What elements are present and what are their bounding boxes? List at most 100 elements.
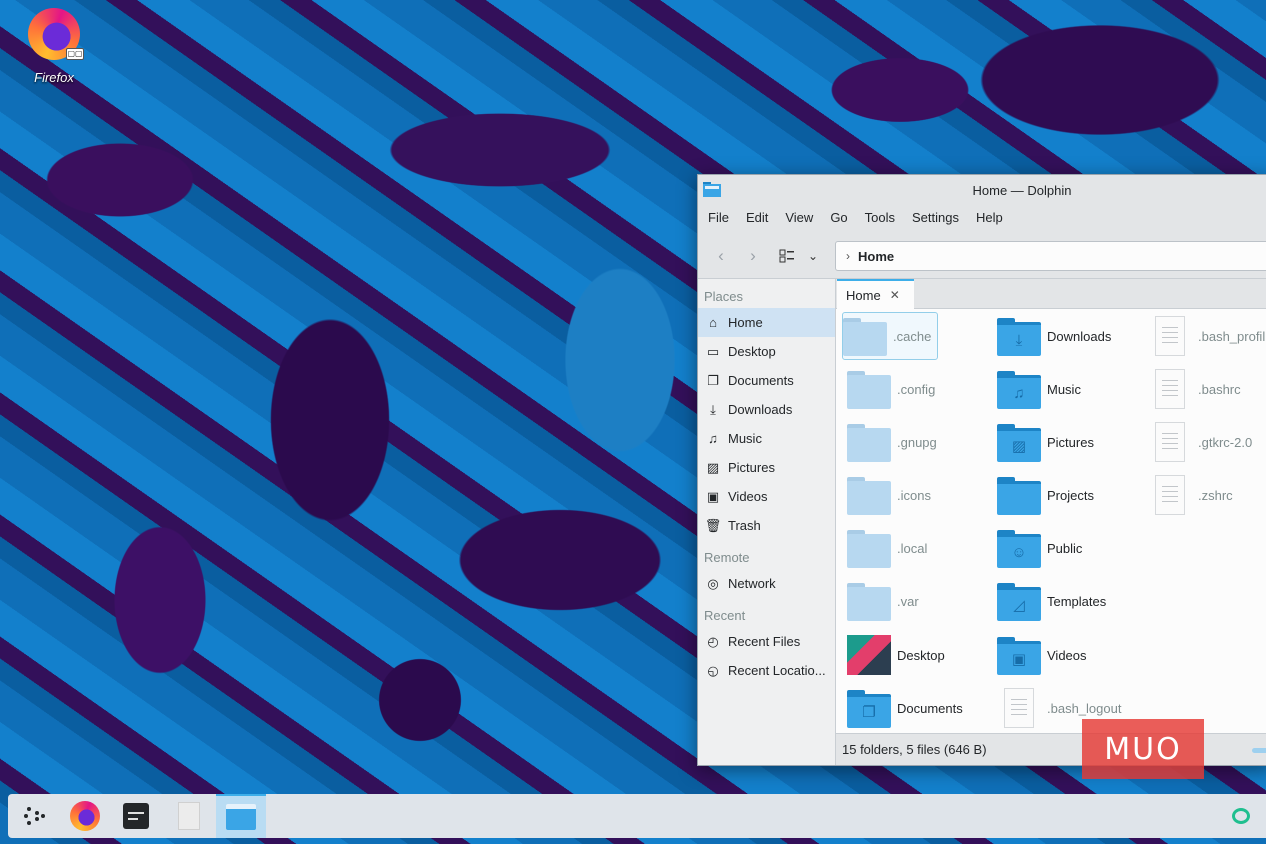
file-item[interactable]: ♫ Music bbox=[997, 365, 1081, 413]
view-mode-icon bbox=[779, 249, 794, 263]
sidebar-item-label: Home bbox=[728, 315, 763, 330]
desktop-firefox-launcher[interactable]: ▢▢ Firefox bbox=[22, 8, 86, 94]
sidebar-item-videos[interactable]: ▣ Videos bbox=[698, 482, 835, 511]
file-item[interactable]: ▣ Videos bbox=[997, 631, 1087, 679]
sidebar-item-pictures[interactable]: ▨ Pictures bbox=[698, 453, 835, 482]
file-item[interactable]: .gnupg bbox=[847, 418, 937, 466]
file-item[interactable]: .zshrc bbox=[1148, 471, 1233, 519]
file-grid: .cache .config .gnupg .icons .local .var… bbox=[836, 309, 1266, 733]
file-item[interactable]: .var bbox=[847, 577, 919, 625]
file-item[interactable]: ◿ Templates bbox=[997, 577, 1106, 625]
sidebar-item-documents[interactable]: ❐ Documents bbox=[698, 366, 835, 395]
menu-view[interactable]: View bbox=[778, 205, 820, 233]
folder-icon bbox=[847, 581, 891, 621]
file-item[interactable]: .config bbox=[847, 365, 935, 413]
application-launcher[interactable] bbox=[10, 794, 60, 838]
public-folder-icon: ☺ bbox=[997, 528, 1041, 568]
title-bar[interactable]: Home — Dolphin bbox=[698, 175, 1266, 205]
remote-header: Remote bbox=[704, 550, 750, 565]
pictures-icon: ▨ bbox=[706, 459, 720, 475]
recent-header: Recent bbox=[704, 608, 746, 623]
taskbar-text-editor[interactable] bbox=[164, 794, 214, 838]
file-name: .config bbox=[897, 381, 936, 397]
places-header: Places bbox=[704, 289, 744, 304]
recent-locations-icon: ◵ bbox=[707, 662, 719, 678]
file-name: .cache bbox=[893, 328, 932, 344]
places-panel: Places ⌂ Home ▭ Desktop ❐ Documents ⤓ Do… bbox=[698, 279, 835, 765]
file-item[interactable]: .bashrc bbox=[1148, 365, 1241, 413]
videos-icon: ▣ bbox=[706, 488, 720, 504]
close-icon[interactable]: ✕ bbox=[890, 288, 900, 302]
window-body: Places ⌂ Home ▭ Desktop ❐ Documents ⤓ Do… bbox=[698, 279, 1266, 765]
toolbar: ‹ › ⌄ › Home bbox=[698, 233, 1266, 279]
menu-file[interactable]: File bbox=[701, 205, 736, 233]
file-item[interactable]: ☺ Public bbox=[997, 524, 1082, 572]
sidebar-item-network[interactable]: ◎ Network bbox=[698, 569, 835, 598]
menu-go[interactable]: Go bbox=[823, 205, 854, 233]
sidebar-item-downloads[interactable]: ⤓ Downloads bbox=[698, 395, 835, 424]
menu-help[interactable]: Help bbox=[969, 205, 1010, 233]
sidebar-item-music[interactable]: ♫ Music bbox=[698, 424, 835, 453]
file-name: .gtkrc-2.0 bbox=[1198, 434, 1253, 450]
file-name: .local bbox=[897, 540, 928, 556]
sidebar-item-recent-files[interactable]: ◴ Recent Files bbox=[698, 627, 835, 656]
desktop-icon: ▭ bbox=[706, 343, 720, 359]
file-item[interactable]: .icons bbox=[847, 471, 931, 519]
desktop-folder-icon bbox=[847, 635, 891, 675]
breadcrumb-home[interactable]: Home bbox=[858, 249, 894, 264]
link-badge-icon: ▢▢ bbox=[66, 48, 84, 60]
firefox-icon bbox=[70, 801, 100, 831]
file-item[interactable]: ⤓ Downloads bbox=[997, 312, 1111, 360]
location-bar[interactable]: › Home bbox=[835, 241, 1266, 271]
sidebar-item-label: Desktop bbox=[728, 344, 776, 359]
tray-status-icon[interactable] bbox=[1232, 808, 1250, 824]
file-name: Videos bbox=[1047, 647, 1087, 663]
view-mode-button[interactable] bbox=[774, 243, 800, 269]
file-name: .gnupg bbox=[897, 434, 937, 450]
view-mode-dropdown[interactable]: ⌄ bbox=[800, 243, 826, 269]
taskbar-firefox[interactable] bbox=[60, 794, 110, 838]
network-icon: ◎ bbox=[707, 575, 719, 591]
file-item[interactable]: .local bbox=[847, 524, 927, 572]
sidebar-item-label: Network bbox=[728, 576, 776, 591]
sidebar-item-trash[interactable]: 🗑︎ Trash bbox=[698, 511, 835, 540]
folder-icon bbox=[226, 804, 256, 830]
downloads-icon: ⤓ bbox=[710, 401, 716, 417]
taskbar-dolphin[interactable] bbox=[216, 794, 266, 838]
menu-tools[interactable]: Tools bbox=[858, 205, 902, 233]
forward-button[interactable]: › bbox=[740, 243, 766, 269]
text-file-icon bbox=[1155, 422, 1185, 462]
file-item[interactable]: ▨ Pictures bbox=[997, 418, 1094, 466]
sidebar-item-label: Trash bbox=[728, 518, 761, 533]
sidebar-item-home[interactable]: ⌂ Home bbox=[698, 308, 835, 337]
file-item[interactable]: ❐ Documents bbox=[847, 684, 963, 732]
dolphin-window: Home — Dolphin File Edit View Go Tools S… bbox=[697, 174, 1266, 766]
folder-icon bbox=[847, 422, 891, 462]
sidebar-item-desktop[interactable]: ▭ Desktop bbox=[698, 337, 835, 366]
file-name: Music bbox=[1047, 381, 1081, 397]
zoom-slider[interactable] bbox=[1252, 748, 1266, 753]
file-item[interactable]: .cache bbox=[842, 312, 938, 360]
firefox-icon: ▢▢ bbox=[28, 8, 84, 60]
file-item[interactable]: Desktop bbox=[847, 631, 945, 679]
sidebar-item-label: Downloads bbox=[728, 402, 793, 417]
tab-home[interactable]: Home ✕ bbox=[837, 279, 914, 309]
back-button[interactable]: ‹ bbox=[708, 243, 734, 269]
menu-settings[interactable]: Settings bbox=[905, 205, 966, 233]
file-item[interactable]: .bash_profil bbox=[1148, 312, 1265, 360]
file-item[interactable]: Projects bbox=[997, 471, 1094, 519]
sidebar-item-label: Videos bbox=[728, 489, 768, 504]
file-name: Documents bbox=[897, 700, 963, 716]
taskbar-terminal[interactable] bbox=[111, 794, 161, 838]
file-name: Templates bbox=[1047, 593, 1107, 609]
file-item[interactable]: .gtkrc-2.0 bbox=[1148, 418, 1252, 466]
menu-edit[interactable]: Edit bbox=[739, 205, 775, 233]
text-file-icon bbox=[1155, 369, 1185, 409]
watermark-logo: MUO bbox=[1082, 719, 1204, 779]
file-name: Public bbox=[1047, 540, 1083, 556]
sidebar-item-label: Recent Files bbox=[728, 634, 801, 649]
text-file-icon bbox=[1004, 688, 1034, 728]
launcher-icon bbox=[24, 807, 45, 825]
documents-folder-icon: ❐ bbox=[847, 688, 891, 728]
sidebar-item-recent-locations[interactable]: ◵ Recent Locatio... bbox=[698, 656, 835, 685]
